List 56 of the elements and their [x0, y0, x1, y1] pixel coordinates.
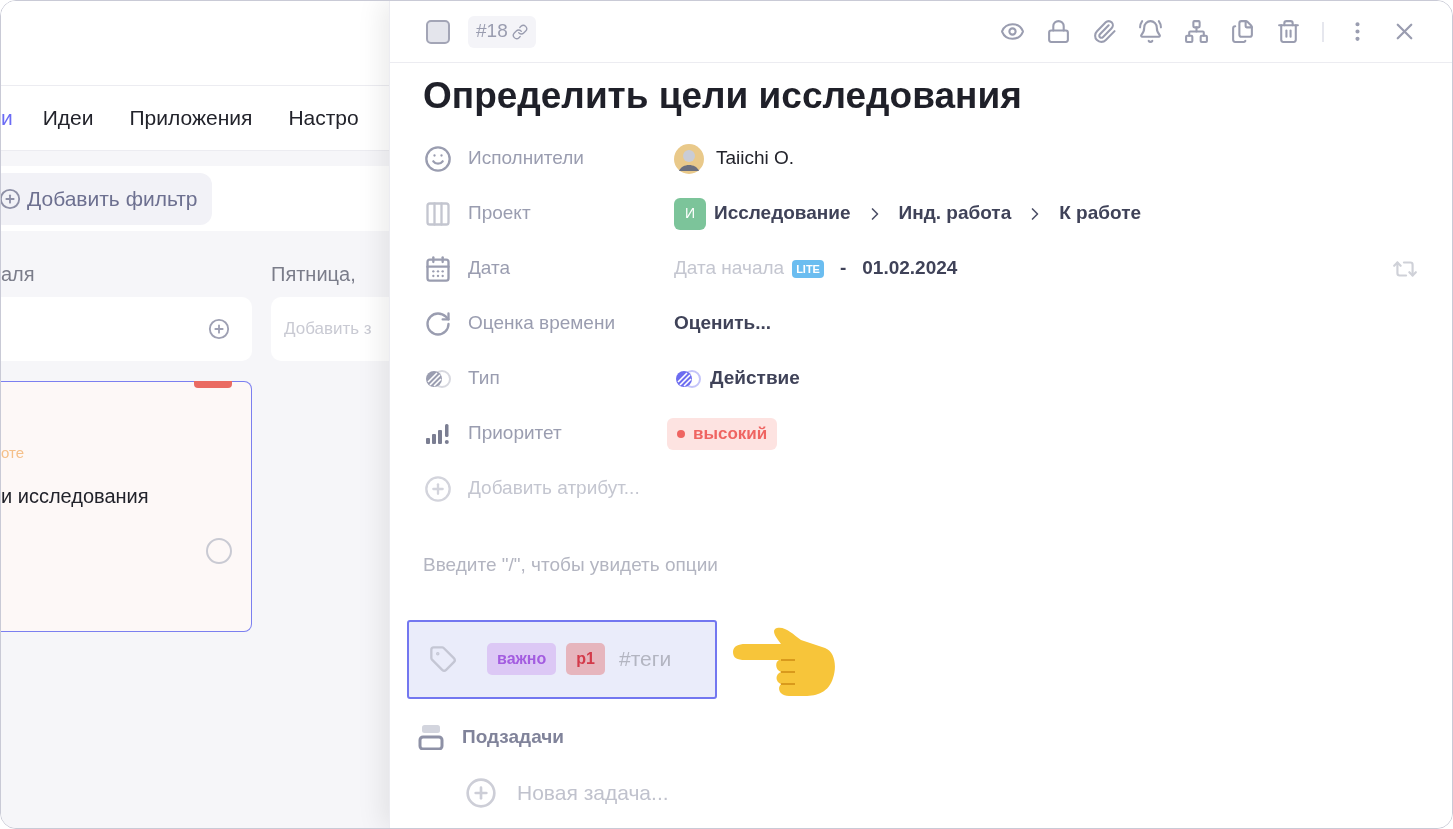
- attribute-label: Исполнители: [468, 146, 585, 171]
- task-title[interactable]: Определить цели исследования: [423, 74, 1452, 118]
- subtasks-heading: Подзадачи: [462, 724, 564, 749]
- nav-tab[interactable]: и: [1, 102, 13, 134]
- tag-chip[interactable]: p1: [566, 643, 605, 675]
- timer-icon: [424, 309, 452, 338]
- project-badge: И: [674, 197, 706, 230]
- add-icon[interactable]: [208, 318, 230, 340]
- breadcrumb-link[interactable]: К работе: [1059, 199, 1142, 228]
- nav-tab[interactable]: Приложения: [129, 102, 253, 134]
- assignee-name[interactable]: Taiichi O.: [716, 144, 795, 173]
- sidebar-toggle-icon[interactable]: [426, 19, 450, 44]
- end-date[interactable]: 01.02.2024: [862, 254, 958, 283]
- add-filter-button[interactable]: Добавить фильтр: [1, 172, 212, 225]
- hierarchy-icon[interactable]: [1184, 19, 1209, 44]
- calendar-icon: [424, 254, 452, 283]
- card-status: оте: [1, 443, 26, 463]
- nav-tab[interactable]: Настро: [288, 102, 359, 134]
- bell-icon[interactable]: [1138, 19, 1163, 44]
- tag-chip[interactable]: важно: [487, 643, 557, 675]
- card-title: и исследования: [1, 483, 150, 509]
- tag-icon: [429, 645, 457, 673]
- attribute-label: Приоритет: [468, 421, 563, 446]
- attribute-label: Дата: [468, 256, 512, 281]
- type-icon: [424, 368, 452, 389]
- breadcrumb-link[interactable]: Инд. работа: [898, 199, 1012, 228]
- add-icon: [1, 187, 21, 210]
- lock-icon[interactable]: [1046, 19, 1071, 44]
- card-flag: [194, 381, 232, 388]
- attribute-label: Проект: [468, 201, 532, 226]
- type-value[interactable]: Действие: [710, 364, 800, 393]
- subtasks-icon: [418, 723, 444, 750]
- task-card[interactable]: оте и исследования: [1, 381, 252, 632]
- lite-badge: LITE: [792, 259, 824, 278]
- paperclip-icon[interactable]: [1092, 19, 1117, 44]
- smile-icon: [424, 144, 452, 173]
- column-header: Пятница,: [271, 262, 357, 287]
- trash-icon[interactable]: [1276, 19, 1301, 44]
- breadcrumb-link[interactable]: Исследование: [714, 199, 851, 228]
- attribute-label: Оценка времени: [468, 311, 617, 336]
- date-separator: -: [839, 256, 847, 281]
- card-checkbox[interactable]: [206, 537, 232, 564]
- column-header: аля: [1, 262, 36, 287]
- task-id-badge[interactable]: #18: [468, 15, 536, 48]
- add-icon[interactable]: [424, 474, 452, 503]
- avatar: [674, 143, 704, 174]
- add-icon[interactable]: [465, 777, 497, 809]
- nav-tab[interactable]: Идеи: [42, 102, 94, 134]
- estimate-value[interactable]: Оценить...: [674, 309, 771, 338]
- attribute-label: Тип: [468, 366, 501, 391]
- priority-icon: [425, 422, 451, 445]
- tags-field[interactable]: важно p1 #теги: [407, 619, 717, 699]
- board-icon: [424, 199, 452, 228]
- priority-badge[interactable]: высокий: [667, 417, 778, 450]
- type-icon: [674, 368, 702, 389]
- copy-icon[interactable]: [1230, 19, 1255, 44]
